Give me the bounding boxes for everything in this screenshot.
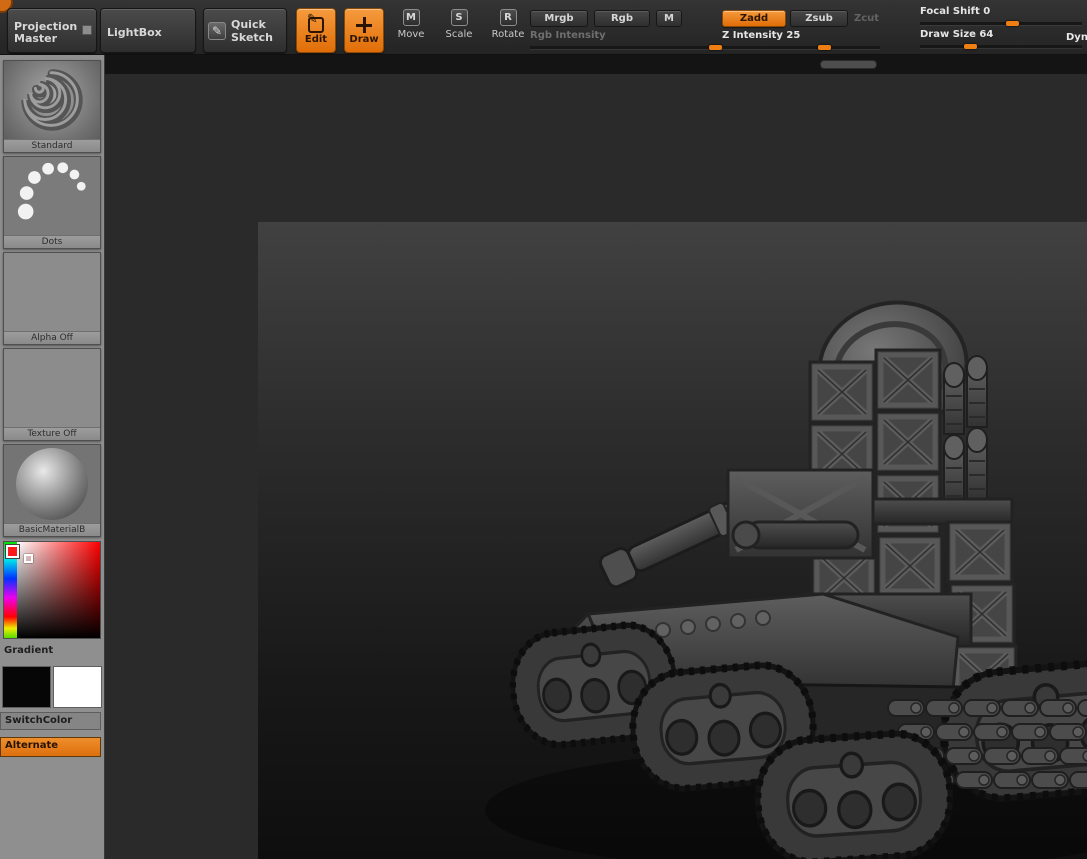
crosshair-icon — [356, 16, 372, 33]
z-intensity-track — [722, 45, 880, 50]
material-sphere — [16, 448, 88, 520]
zsub-button[interactable]: Zsub — [790, 10, 848, 27]
rgb-intensity-label: Rgb Intensity — [530, 30, 606, 41]
focal-shift-handle[interactable] — [1005, 21, 1019, 26]
switch-color-button[interactable]: SwitchColor — [0, 712, 101, 730]
tank-model — [485, 300, 1087, 859]
z-intensity-handle[interactable] — [818, 45, 832, 50]
scale-button[interactable]: S Scale — [440, 9, 478, 53]
material-thumbnail — [4, 445, 100, 523]
material-label: BasicMaterialB — [4, 523, 100, 536]
draw-label: Draw — [349, 33, 379, 45]
dynamic-label: Dyna — [1066, 32, 1087, 43]
canvas-hscrollbar[interactable] — [820, 60, 877, 69]
stroke-selector[interactable]: Dots — [3, 156, 101, 249]
scale-icon: S — [450, 9, 468, 26]
main-color-swatch[interactable] — [2, 666, 51, 708]
lightbox-label: LightBox — [107, 26, 162, 39]
mrgb-button[interactable]: Mrgb — [530, 10, 588, 27]
brush-selector[interactable]: Standard — [3, 60, 101, 153]
rotate-label: Rotate — [491, 29, 525, 40]
alternate-button[interactable]: Alternate — [0, 737, 101, 757]
focal-shift-value: 0 — [983, 6, 991, 17]
alpha-thumbnail — [4, 253, 100, 331]
stroke-label: Dots — [4, 235, 100, 248]
texture-selector[interactable]: Texture Off — [3, 348, 101, 441]
workspace-background — [105, 74, 1087, 859]
draw-size-value: 64 — [979, 29, 994, 40]
left-tray: Standard Dots Alpha Off Texture Off Basi… — [0, 55, 105, 859]
edit-label: Edit — [304, 33, 328, 45]
m-button[interactable]: M — [656, 10, 682, 27]
canvas-scroll-strip — [105, 55, 1087, 74]
move-icon: M — [402, 9, 420, 26]
z-intensity-value: 25 — [786, 30, 801, 41]
front-track — [754, 730, 955, 859]
quick-sketch-label: Quick Sketch — [231, 17, 274, 44]
zcut-label: Zcut — [854, 13, 880, 24]
brush-thumbnail — [4, 61, 100, 139]
top-shelf: Projection Master LightBox ✎ Quick Sketc… — [0, 0, 1087, 55]
rgb-button[interactable]: Rgb — [594, 10, 650, 27]
edit-pencil-icon — [307, 12, 324, 33]
alpha-label: Alpha Off — [4, 331, 100, 344]
z-intensity-label: Z Intensity 25 — [722, 30, 880, 41]
brush-label: Standard — [4, 139, 100, 152]
draw-size-handle[interactable] — [963, 44, 977, 49]
secondary-color-swatch[interactable] — [53, 666, 102, 708]
saturation-value-square[interactable] — [17, 542, 100, 638]
focal-shift-label: Focal Shift 0 — [920, 6, 1082, 17]
draw-button[interactable]: Draw — [344, 8, 384, 53]
draw-size-label: Draw Size 64 — [920, 29, 1082, 40]
move-label: Move — [397, 29, 425, 40]
lightbox-button[interactable]: LightBox — [100, 8, 196, 53]
quick-sketch-button[interactable]: ✎ Quick Sketch — [203, 8, 287, 53]
pencil-icon: ✎ — [208, 21, 226, 40]
corner-fold-icon — [82, 25, 92, 35]
sculpt-canvas[interactable] — [258, 222, 1087, 859]
rgb-intensity-slider[interactable]: Rgb Intensity — [530, 30, 722, 50]
stroke-thumbnail — [4, 157, 100, 235]
gradient-label: Gradient — [4, 645, 54, 656]
z-intensity-slider[interactable]: Z Intensity 25 — [722, 30, 880, 50]
projection-master-button[interactable]: Projection Master — [7, 8, 97, 53]
edit-button[interactable]: Edit — [296, 8, 336, 53]
draw-size-track — [920, 44, 1082, 49]
zadd-button[interactable]: Zadd — [722, 10, 786, 27]
alpha-selector[interactable]: Alpha Off — [3, 252, 101, 345]
focal-shift-slider[interactable]: Focal Shift 0 — [920, 6, 1082, 26]
move-button[interactable]: M Move — [392, 9, 430, 53]
focal-shift-text: Focal Shift — [920, 6, 980, 17]
color-cursor — [24, 554, 33, 563]
material-selector[interactable]: BasicMaterialB — [3, 444, 101, 537]
scale-label: Scale — [445, 29, 473, 40]
rotate-icon: R — [499, 9, 517, 26]
draw-size-slider[interactable]: Draw Size 64 — [920, 29, 1082, 49]
rotate-button[interactable]: R Rotate — [487, 9, 529, 53]
z-intensity-text: Z Intensity — [722, 30, 783, 41]
current-color-swatch — [6, 545, 19, 558]
draw-size-text: Draw Size — [920, 29, 976, 40]
focal-shift-track — [920, 21, 1082, 26]
texture-label: Texture Off — [4, 427, 100, 440]
color-picker[interactable] — [3, 541, 101, 639]
rgb-intensity-handle[interactable] — [708, 45, 722, 50]
rgb-intensity-track — [530, 45, 722, 50]
texture-thumbnail — [4, 349, 100, 427]
